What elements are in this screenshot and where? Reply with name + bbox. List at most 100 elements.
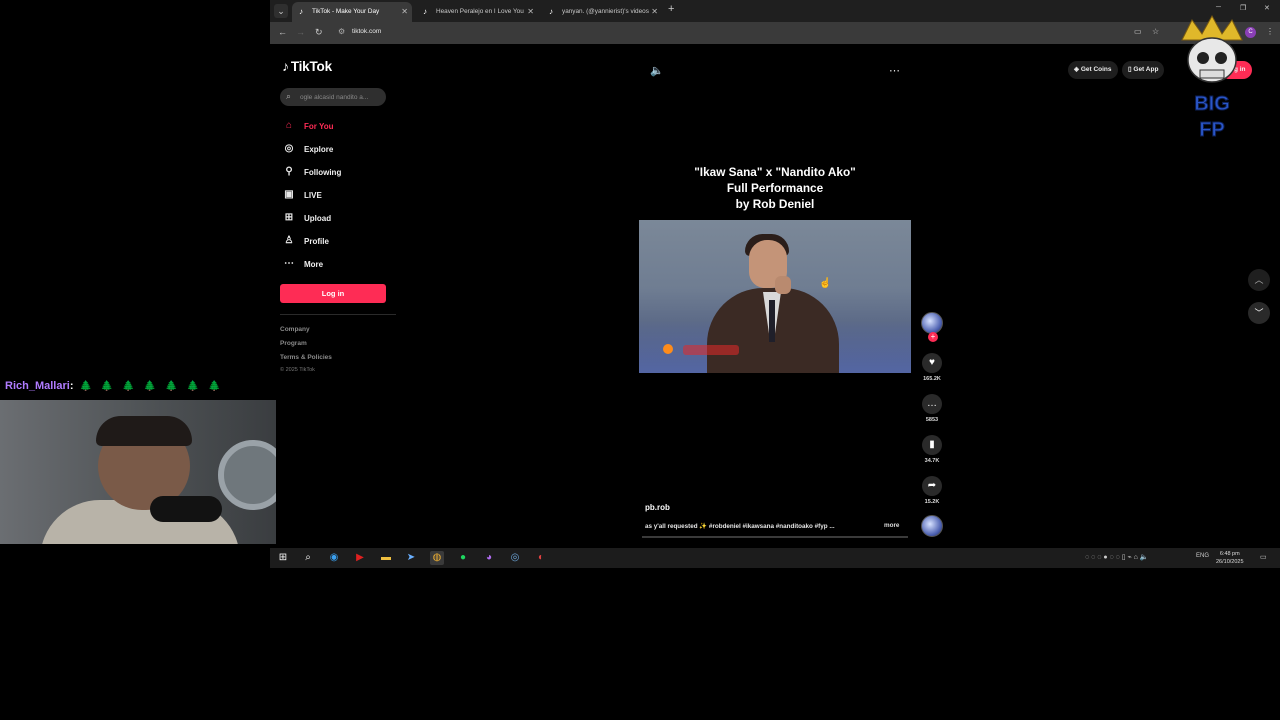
heart-icon[interactable]: ♥: [922, 353, 942, 373]
get-app-button[interactable]: ▯ Get App: [1122, 61, 1165, 79]
upload-icon: ⊞: [284, 212, 294, 223]
nav-explore[interactable]: ◎ Explore: [282, 141, 392, 159]
maximize-icon[interactable]: ❐: [1240, 4, 1246, 12]
video-caption: as y'all requested ✨ #robdeniel #ikawsan…: [645, 523, 835, 530]
tiktok-favicon-icon: ♪: [423, 7, 427, 16]
tab-yanyan[interactable]: ♪ yanyan. (@yannierist)'s videos ✕: [542, 2, 662, 22]
chat-colon: :: [69, 380, 74, 392]
discord-icon[interactable]: ◕: [482, 551, 496, 565]
more-options-icon[interactable]: ⋯: [889, 64, 900, 77]
windows-start-icon[interactable]: ⊞: [276, 551, 290, 565]
spotify-icon[interactable]: ●: [456, 551, 470, 565]
clock-time: 6:48 pm: [1219, 551, 1240, 557]
tab-title: TikTok - Make Your Day: [312, 8, 380, 15]
comment-icon[interactable]: …: [922, 394, 942, 414]
steam-icon[interactable]: ◎: [508, 551, 522, 565]
share-count: 15.2K: [924, 499, 940, 505]
streamer-microphone: [150, 496, 222, 522]
tiktok-favicon-icon: ♪: [549, 7, 553, 16]
minimize-icon[interactable]: ─: [1216, 4, 1221, 11]
singer-hand-microphone: [775, 276, 791, 294]
comment-action[interactable]: … 5853: [920, 394, 944, 423]
search-icon[interactable]: ⌕: [301, 551, 315, 565]
forward-icon[interactable]: →: [296, 27, 305, 37]
video-progress-bar[interactable]: [642, 536, 908, 538]
media-player-icon[interactable]: ▶: [353, 551, 367, 565]
follow-plus-icon[interactable]: +: [928, 332, 938, 342]
cast-icon[interactable]: ▭: [1134, 27, 1142, 36]
search-bar[interactable]: ⌕: [280, 88, 386, 106]
footer-company-link[interactable]: Company: [280, 326, 310, 333]
nav-label: Profile: [304, 237, 329, 246]
tray-icons[interactable]: ◌ ◌ ◌ ● ◌ ◌ ▯ ⌁ ⌂ 🔈: [1085, 553, 1149, 561]
bookmark-icon[interactable]: ▮: [922, 435, 942, 455]
scroll-down-button[interactable]: ﹀: [1248, 302, 1270, 324]
close-tab-icon[interactable]: ✕: [651, 2, 658, 22]
video-overlay-badge: [663, 344, 673, 354]
clock[interactable]: 6:48 pm 26/10/2025: [1216, 550, 1244, 566]
nav-label: Following: [304, 168, 342, 177]
chat-emotes: 🌲🌲🌲🌲🌲🌲🌲: [79, 381, 230, 392]
tab-tiktok[interactable]: ♪ TikTok - Make Your Day ✕: [292, 2, 412, 22]
obs-icon[interactable]: ◐: [534, 551, 548, 565]
scroll-up-button[interactable]: ︿: [1248, 269, 1270, 291]
live-icon: ▣: [284, 189, 294, 200]
tiktok-logo[interactable]: ♪ TikTok: [282, 58, 332, 74]
more-icon: ⋯: [284, 258, 294, 269]
nav-following[interactable]: ⚲ Following: [282, 164, 392, 182]
tiktok-note-icon: ♪: [282, 58, 289, 74]
notification-icon[interactable]: ▭: [1260, 553, 1267, 561]
creator-avatar[interactable]: [921, 312, 943, 334]
tab-bar: ⌄ ♪ TikTok - Make Your Day ✕ ♪ Heaven Pe…: [270, 0, 1280, 22]
video-title-line: Full Performance: [726, 181, 824, 195]
nav-live[interactable]: ▣ LIVE: [282, 187, 392, 205]
close-tab-icon[interactable]: ✕: [401, 2, 408, 22]
share-action[interactable]: ➦ 15.2K: [920, 476, 944, 505]
volume-icon[interactable]: 🔈: [650, 64, 664, 77]
video-author[interactable]: pb.rob: [645, 503, 670, 512]
close-tab-icon[interactable]: ✕: [527, 2, 534, 22]
language-indicator[interactable]: ENG: [1196, 553, 1209, 559]
close-window-icon[interactable]: ✕: [1264, 4, 1270, 12]
caption-more-link[interactable]: more: [884, 522, 899, 529]
back-icon[interactable]: ←: [278, 27, 287, 37]
menu-kebab-icon[interactable]: ⋮: [1266, 27, 1274, 36]
tab-search-icon[interactable]: ⌄: [274, 4, 288, 18]
footer-terms-link[interactable]: Terms & Policies: [280, 354, 332, 361]
like-action[interactable]: ♥ 165.2K: [920, 353, 944, 382]
video-title-line: "Ikaw Sana" x "Nandito Ako": [694, 165, 856, 179]
mouse-pointer-icon: ☝: [819, 278, 832, 289]
mascot-logo-text-line1: BIG: [1194, 93, 1230, 115]
video-title: "Ikaw Sana" x "Nandito Ako" Full Perform…: [639, 164, 911, 212]
share-icon[interactable]: ➦: [922, 476, 942, 496]
nav-for-you[interactable]: ⌂ For You: [282, 118, 392, 136]
login-button[interactable]: Log in: [280, 284, 386, 303]
nav-profile[interactable]: ♙ Profile: [282, 233, 392, 251]
search-input[interactable]: [300, 91, 382, 103]
chrome-icon[interactable]: ◍: [430, 551, 444, 565]
browser-window: ⌄ ♪ TikTok - Make Your Day ✕ ♪ Heaven Pe…: [270, 0, 1280, 548]
app-icon[interactable]: ➤: [404, 551, 418, 565]
new-tab-icon[interactable]: +: [668, 3, 674, 15]
video-title-line: by Rob Deniel: [735, 197, 815, 211]
bookmark-star-icon[interactable]: ☆: [1152, 27, 1159, 36]
save-action[interactable]: ▮ 34.7K: [920, 435, 944, 464]
get-coins-button[interactable]: ◈ Get Coins: [1068, 61, 1118, 79]
nav-upload[interactable]: ⊞ Upload: [282, 210, 392, 228]
nav-label: For You: [304, 122, 334, 131]
footer-program-link[interactable]: Program: [280, 340, 307, 347]
url-text[interactable]: tiktok.com: [352, 28, 381, 35]
profile-icon: ♙: [284, 235, 294, 246]
edge-icon[interactable]: ◉: [327, 551, 341, 565]
nav-more[interactable]: ⋯ More: [282, 256, 392, 274]
music-disc-avatar[interactable]: [921, 515, 943, 537]
chat-message: Rich_Mallari: 🌲🌲🌲🌲🌲🌲🌲: [5, 380, 230, 392]
reload-icon[interactable]: ↻: [315, 27, 323, 38]
tab-heaven[interactable]: ♪ Heaven Peralejo en I Love You ✕: [416, 2, 538, 22]
site-info-icon[interactable]: ⚙: [338, 27, 345, 36]
file-explorer-icon[interactable]: ▬: [379, 551, 393, 565]
address-bar: ← → ↻ ⚙ tiktok.com ▭ ☆ C ⋮: [270, 22, 1280, 44]
save-count: 34.7K: [924, 458, 940, 464]
video-player[interactable]: [639, 220, 911, 373]
taskbar: ⊞ ⌕ ◉ ▶ ▬ ➤ ◍ ● ◕ ◎ ◐ ◌ ◌ ◌ ● ◌ ◌ ▯ ⌁ ⌂ …: [270, 548, 1280, 568]
